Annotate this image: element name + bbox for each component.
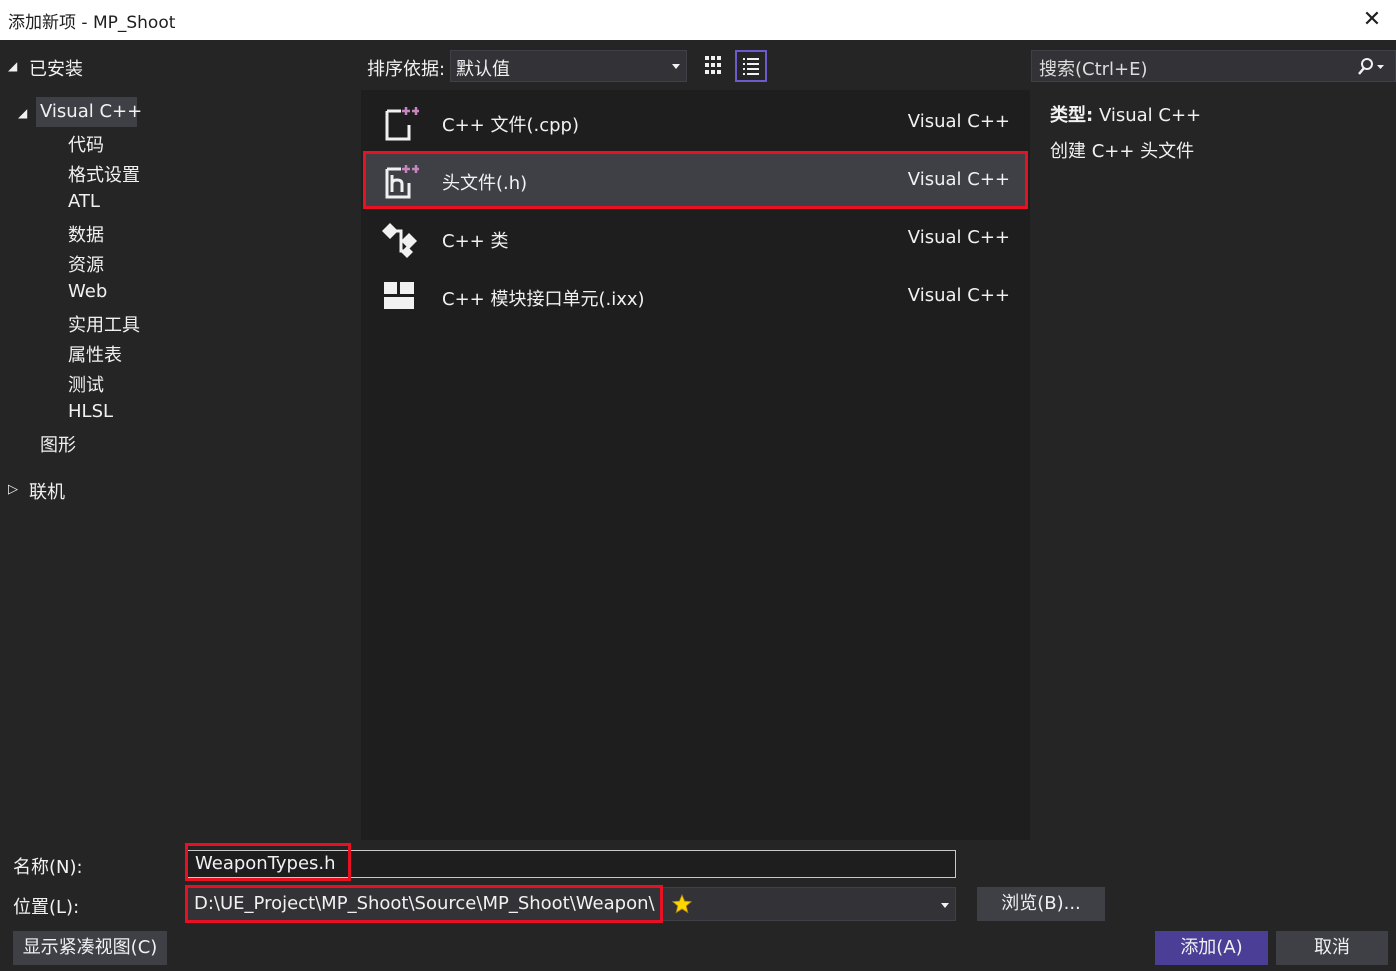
list-view-icon xyxy=(743,58,759,75)
grid-view-button[interactable] xyxy=(697,50,729,82)
dropdown-arrow-icon xyxy=(941,903,949,908)
collapse-triangle-icon[interactable]: ◢ xyxy=(8,59,17,73)
location-dropdown[interactable]: D:\UE_Project\MP_Shoot\Source\MP_Shoot\W… xyxy=(187,887,956,921)
template-item-module-interface[interactable]: C++ 模块接口单元(.ixx) Visual C++ xyxy=(363,269,1028,325)
template-type: Visual C++ xyxy=(907,285,1010,306)
grid-view-icon xyxy=(705,56,721,74)
compact-view-button[interactable]: 显示紧凑视图(C) xyxy=(13,931,167,965)
template-name: C++ 类 xyxy=(442,231,509,252)
search-input[interactable]: 搜索(Ctrl+E) xyxy=(1031,50,1396,82)
cpp-class-icon xyxy=(382,223,417,258)
tree-node-atl[interactable]: ATL xyxy=(68,191,100,212)
tree-node-formatting[interactable]: 格式设置 xyxy=(68,161,140,187)
tree-node-visual-cpp[interactable]: Visual C++ xyxy=(40,101,142,122)
tree-node-installed[interactable]: 已安装 xyxy=(29,55,83,81)
tree-node-web[interactable]: Web xyxy=(68,281,107,302)
details-type-row: 类型: Visual C++ xyxy=(1050,101,1201,127)
favorite-star-icon[interactable] xyxy=(672,894,692,914)
details-type-label: 类型: xyxy=(1050,105,1094,126)
browse-button[interactable]: 浏览(B)... xyxy=(977,887,1105,921)
template-item-cpp-file[interactable]: C++ 文件(.cpp) Visual C++ xyxy=(363,95,1028,151)
header-file-icon xyxy=(385,165,419,199)
template-type: Visual C++ xyxy=(907,227,1010,248)
template-item-cpp-class[interactable]: C++ 类 Visual C++ xyxy=(363,211,1028,267)
template-name: 头文件(.h) xyxy=(442,173,528,194)
add-button[interactable]: 添加(A) xyxy=(1155,931,1268,965)
template-type: Visual C++ xyxy=(907,169,1010,190)
tree-node-test[interactable]: 测试 xyxy=(68,371,104,397)
module-interface-icon xyxy=(384,282,414,309)
tree-node-code[interactable]: 代码 xyxy=(68,131,104,157)
collapse-triangle-icon[interactable]: ◢ xyxy=(18,106,27,120)
tree-node-data[interactable]: 数据 xyxy=(68,221,104,247)
location-value: D:\UE_Project\MP_Shoot\Source\MP_Shoot\W… xyxy=(194,893,655,914)
dropdown-arrow-icon xyxy=(672,64,680,69)
list-view-button[interactable] xyxy=(735,50,767,82)
details-description: 创建 C++ 头文件 xyxy=(1050,141,1195,162)
template-item-header-file[interactable]: 头文件(.h) Visual C++ xyxy=(363,153,1028,209)
close-icon[interactable]: ✕ xyxy=(1354,2,1390,38)
template-type: Visual C++ xyxy=(907,111,1010,132)
title-bar: 添加新项 - MP_Shoot ✕ xyxy=(0,0,1396,40)
sort-label: 排序依据: xyxy=(367,59,446,80)
tree-node-hlsl[interactable]: HLSL xyxy=(68,401,113,422)
details-type-value: Visual C++ xyxy=(1098,105,1202,126)
template-name: C++ 文件(.cpp) xyxy=(442,115,579,136)
location-label: 位置(L): xyxy=(13,897,80,918)
sort-value: 默认值 xyxy=(456,59,510,80)
tree-node-graphics[interactable]: 图形 xyxy=(40,431,76,457)
cancel-button[interactable]: 取消 xyxy=(1276,931,1388,965)
name-input-value: WeaponTypes.h xyxy=(195,853,336,874)
details-panel xyxy=(1031,90,1396,843)
tree-node-online[interactable]: 联机 xyxy=(29,478,65,504)
tree-node-utility[interactable]: 实用工具 xyxy=(68,311,140,337)
expand-triangle-icon[interactable]: ▷ xyxy=(8,482,18,497)
sort-dropdown[interactable]: 默认值 xyxy=(450,50,687,82)
template-name: C++ 模块接口单元(.ixx) xyxy=(442,289,645,310)
cpp-file-icon xyxy=(385,107,419,141)
search-icon[interactable] xyxy=(1355,55,1385,79)
name-label: 名称(N): xyxy=(13,857,83,878)
tree-node-resource[interactable]: 资源 xyxy=(68,251,104,277)
window-title: 添加新项 - MP_Shoot xyxy=(8,13,176,33)
name-input[interactable]: WeaponTypes.h xyxy=(187,850,956,878)
tree-node-property-sheets[interactable]: 属性表 xyxy=(68,341,122,367)
search-placeholder: 搜索(Ctrl+E) xyxy=(1039,59,1148,80)
